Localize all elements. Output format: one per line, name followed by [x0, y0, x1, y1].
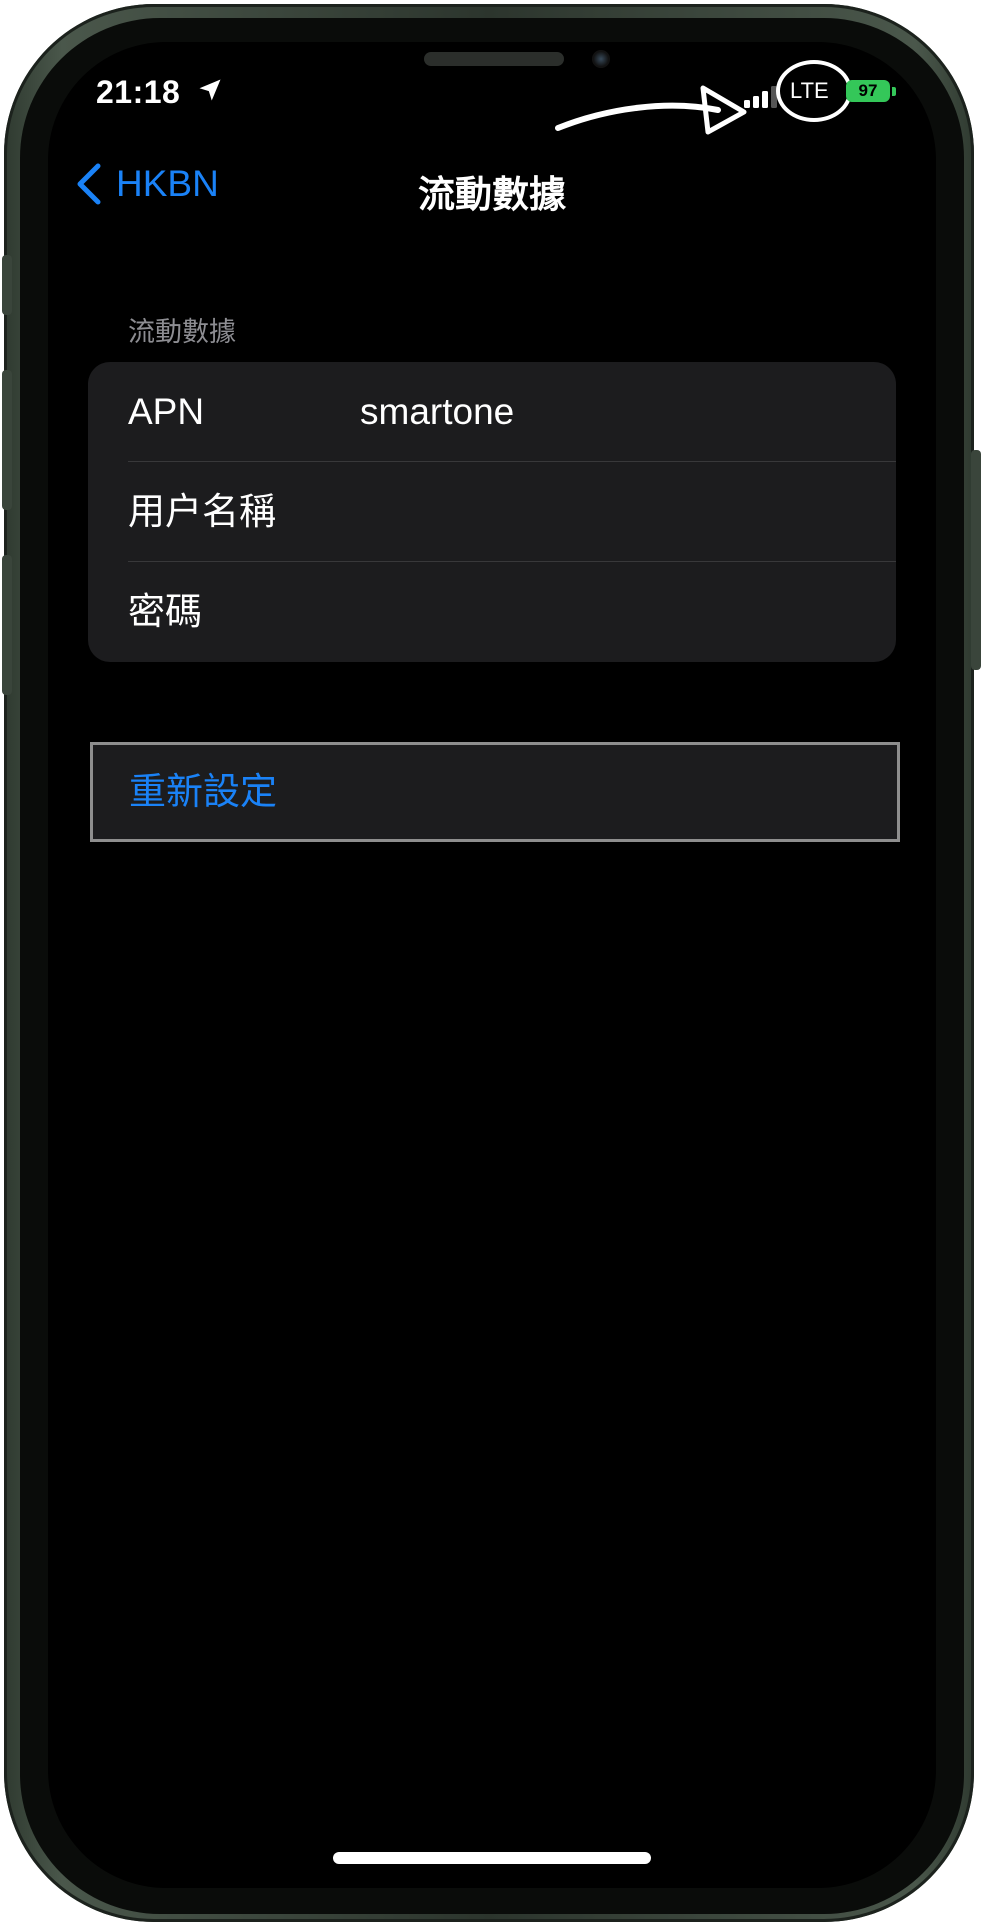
password-row[interactable]: 密碼 — [88, 562, 896, 661]
cellular-data-group: APN smartone 用户名稱 密碼 — [88, 362, 896, 662]
power-button — [971, 450, 981, 670]
location-arrow-icon — [199, 79, 221, 101]
apn-field[interactable]: smartone — [360, 362, 514, 461]
volume-up-button — [2, 370, 12, 510]
username-label: 用户名稱 — [128, 490, 276, 533]
home-indicator[interactable] — [333, 1852, 651, 1864]
phone-screen: 21:18 LTE 97 HKBN 流動數據 流動數據 APN smartone… — [48, 42, 936, 1888]
earpiece-speaker — [424, 52, 564, 66]
silent-switch — [2, 255, 12, 315]
page-title: 流動數據 — [418, 173, 566, 216]
username-row[interactable]: 用户名稱 — [88, 462, 896, 561]
volume-down-button — [2, 555, 12, 695]
front-camera — [592, 50, 610, 68]
battery-icon: 97 — [846, 80, 890, 102]
section-header: 流動數據 — [128, 317, 236, 348]
cellular-signal-icon — [744, 86, 777, 108]
apn-row[interactable]: APN smartone — [88, 362, 896, 461]
annotation-arrow-icon — [555, 85, 747, 135]
apn-label: APN — [128, 391, 205, 432]
reset-settings-button[interactable]: 重新設定 — [90, 742, 900, 842]
network-type-label: LTE — [790, 78, 829, 103]
status-time: 21:18 — [96, 74, 181, 110]
password-label: 密碼 — [128, 590, 202, 633]
battery-cap — [892, 87, 896, 96]
battery-level: 97 — [858, 81, 878, 100]
reset-settings-label: 重新設定 — [129, 770, 277, 813]
